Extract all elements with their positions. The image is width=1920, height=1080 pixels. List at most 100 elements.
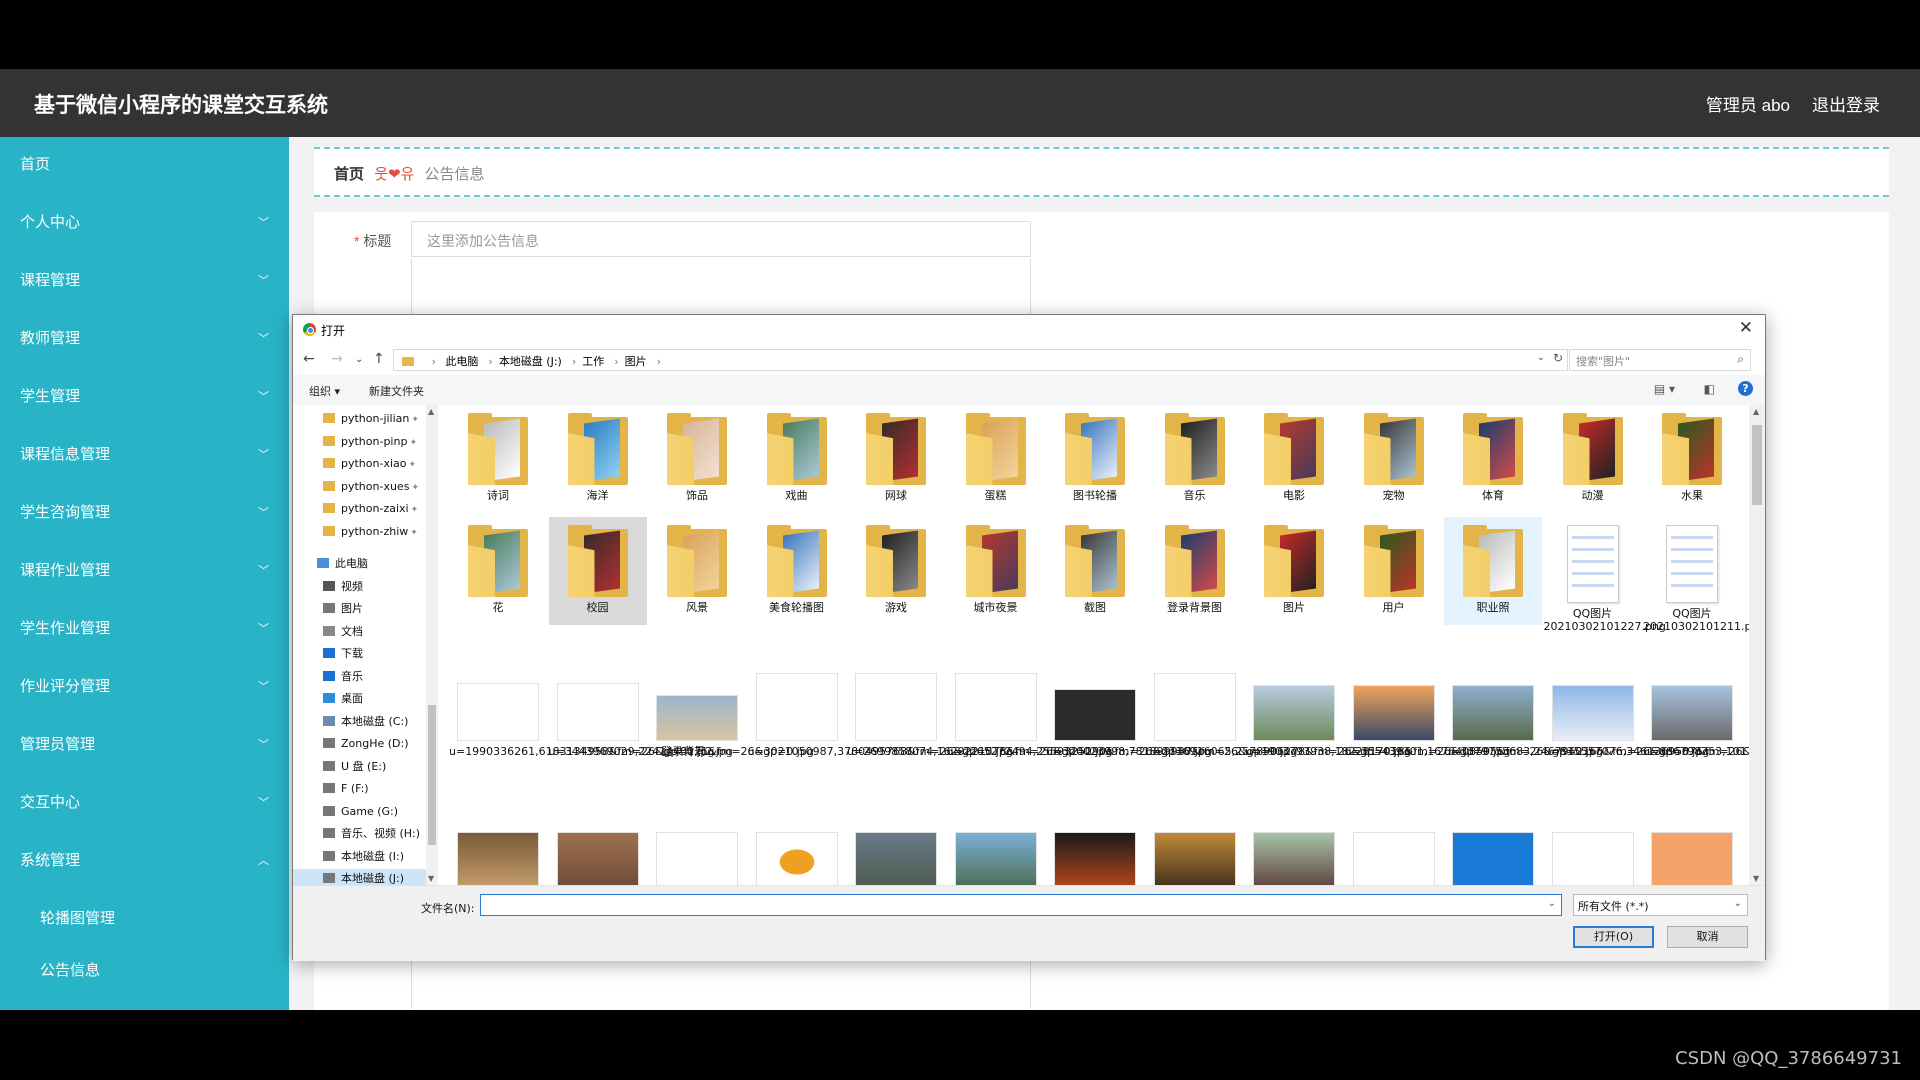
image-file-item[interactable] xyxy=(449,820,547,885)
folder-item[interactable]: 水果 xyxy=(1643,405,1741,513)
sidebar-item[interactable]: 学生咨询管理 ﹀ xyxy=(0,493,289,533)
grid-scrollbar[interactable]: ▲ ▼ xyxy=(1749,405,1765,885)
filename-input[interactable]: ⌄ xyxy=(480,894,1562,916)
sidebar-item[interactable]: 系统管理 ︿ xyxy=(0,841,289,881)
nav-pc-item[interactable]: 桌面 xyxy=(323,689,363,709)
image-file-item[interactable] xyxy=(549,820,647,885)
address-bar[interactable]: › 此电脑 › 本地磁盘 (J:) › 工作 › 图片 › ⌄ ↻ xyxy=(393,349,1568,371)
folder-item[interactable]: 风景 xyxy=(648,517,746,625)
image-file-item[interactable] xyxy=(847,820,945,885)
sidebar-item[interactable]: 学生作业管理 ﹀ xyxy=(0,609,289,649)
image-file-item[interactable]: u=2736916065,2578906278&fm=26&gp=0.jpg xyxy=(1146,665,1411,815)
nav-pinned-folder[interactable]: python-xiao ✦ xyxy=(323,454,416,474)
image-file-item[interactable] xyxy=(1643,820,1741,885)
help-icon[interactable]: ? xyxy=(1738,381,1753,396)
image-file-item[interactable] xyxy=(1046,820,1144,885)
folder-item[interactable]: 图片 xyxy=(1245,517,1343,625)
nav-pc-item[interactable]: 图片 xyxy=(323,599,363,619)
image-file-item[interactable] xyxy=(1146,820,1244,885)
png-file-item[interactable]: QQ图片20210302101211.png xyxy=(1643,517,1749,657)
folder-item[interactable]: 职业照 xyxy=(1444,517,1542,625)
nav-pc-item[interactable]: 本地磁盘 (C:) xyxy=(323,712,408,732)
sidebar-item[interactable]: 首页 xyxy=(0,145,289,185)
title-input[interactable]: 这里添加公告信息 xyxy=(411,221,1031,257)
nav-pc-item[interactable]: 音乐、视频 (H:) xyxy=(323,824,420,844)
sidebar-item[interactable]: 课程信息管理 ﹀ xyxy=(0,435,289,475)
sidebar-item[interactable]: 个人中心 ﹀ xyxy=(0,203,289,243)
chevron-down-icon[interactable]: ⌄ xyxy=(1734,898,1742,909)
folder-item[interactable]: 城市夜景 xyxy=(947,517,1045,625)
folder-item[interactable]: 校园 xyxy=(548,517,647,625)
image-file-item[interactable]: u=1903793938,1822817018&fm=26&gp=0.jpg xyxy=(1245,665,1510,815)
folder-item[interactable]: 游戏 xyxy=(847,517,945,625)
sidebar-item[interactable]: 作业评分管理 ﹀ xyxy=(0,667,289,707)
image-file-item[interactable] xyxy=(1245,820,1343,885)
nav-pc-item[interactable]: 视频 xyxy=(323,577,363,597)
folder-item[interactable]: 用户 xyxy=(1345,517,1443,625)
image-file-item[interactable]: u=1990336261,6183134958&fm=26&gp=0.jpg xyxy=(449,665,714,815)
folder-item[interactable]: 音乐 xyxy=(1146,405,1244,513)
path-crumb[interactable]: 图片 xyxy=(625,355,647,368)
logout-link[interactable]: 退出登录 xyxy=(1812,91,1880,116)
path-crumb[interactable]: 工作 xyxy=(582,355,604,368)
nav-pinned-folder[interactable]: python-xues ✦ xyxy=(323,477,419,497)
nav-this-pc[interactable]: 此电脑 xyxy=(317,554,368,574)
image-file-item[interactable]: u=320023998,781899987&fm=26&gp=0.jpg xyxy=(1046,665,1297,815)
nav-pc-item[interactable]: 文档 xyxy=(323,622,363,642)
image-file-item[interactable]: u=3379755683,2467962165&fm=26&gp=0.jpg xyxy=(1444,665,1709,815)
path-crumb[interactable]: 此电脑 xyxy=(445,355,478,368)
sidebar-subitem[interactable]: 公告信息 xyxy=(0,951,289,991)
new-folder-button[interactable]: 新建文件夹 xyxy=(369,383,424,399)
folder-item[interactable]: 体育 xyxy=(1444,405,1542,513)
folder-item[interactable]: 登录背景图 xyxy=(1146,517,1244,625)
search-input[interactable]: 搜索"图片" ⌕ xyxy=(1569,349,1751,371)
nav-pc-item[interactable]: U 盘 (E:) xyxy=(323,757,386,777)
png-file-item[interactable]: QQ图片20210302101227.png xyxy=(1544,517,1666,657)
nav-pinned-folder[interactable]: python-jilian ✦ xyxy=(323,409,419,429)
sidebar-item[interactable]: 教师管理 ﹀ xyxy=(0,319,289,359)
recent-dropdown-icon[interactable]: ⌄ xyxy=(355,354,363,365)
chevron-down-icon[interactable]: ⌄ xyxy=(1537,352,1545,363)
nav-pc-item[interactable]: Game (G:) xyxy=(323,802,398,822)
sidebar-item[interactable]: 学生管理 ﹀ xyxy=(0,377,289,417)
folder-item[interactable]: 美食轮播图 xyxy=(748,517,846,625)
image-file-item[interactable]: u=835557076,3461369587&fm=26&gp=0.jpg xyxy=(1544,665,1749,815)
image-file-item[interactable] xyxy=(648,820,746,885)
breadcrumb-home[interactable]: 首页 xyxy=(334,166,364,183)
nav-pinned-folder[interactable]: python-pinp ✦ xyxy=(323,432,417,452)
path-crumb[interactable]: 本地磁盘 (J:) xyxy=(499,355,562,368)
cancel-button[interactable]: 取消 xyxy=(1667,926,1748,948)
filetype-select[interactable]: 所有文件 (*.*) ⌄ xyxy=(1573,894,1748,916)
back-arrow-icon[interactable]: ← xyxy=(303,351,315,367)
image-file-item[interactable]: u=2265272494,2559325290&fm=26&gp=0.jpg xyxy=(947,665,1212,815)
image-file-item[interactable]: u=355439301,1676408595&fm=26&gp=0.jpg xyxy=(1345,665,1603,815)
folder-item[interactable]: 戏曲 xyxy=(748,405,846,513)
forward-arrow-icon[interactable]: → xyxy=(331,351,343,367)
sidebar-item[interactable]: 课程管理 ﹀ xyxy=(0,261,289,301)
sidebar-item[interactable]: 交互中心 ﹀ xyxy=(0,783,289,823)
nav-pc-item[interactable]: F (F:) xyxy=(323,779,369,799)
refresh-icon[interactable]: ↻ xyxy=(1553,351,1563,365)
folder-item[interactable]: 截图 xyxy=(1046,517,1144,625)
image-file-item[interactable] xyxy=(1544,820,1642,885)
nav-pc-item[interactable]: 下载 xyxy=(323,644,363,664)
chevron-down-icon[interactable]: ⌄ xyxy=(1548,898,1556,909)
view-options-icon[interactable]: ▤ ▾ xyxy=(1654,382,1675,396)
image-file-item[interactable]: u=2699858074,1629221578&fm=26&gp=0.jpg xyxy=(847,665,1112,815)
nav-pc-item[interactable]: 音乐 xyxy=(323,667,363,687)
image-file-item[interactable] xyxy=(748,820,846,885)
close-icon[interactable]: ✕ xyxy=(1739,318,1753,338)
image-file-item[interactable] xyxy=(947,820,1045,885)
preview-pane-icon[interactable]: ◧ xyxy=(1704,382,1715,396)
sidebar-item[interactable]: 管理员管理 ﹀ xyxy=(0,725,289,765)
image-file-item[interactable]: u=3021050987,3780495768&fm=26&gp=0.jpg xyxy=(748,665,1013,815)
folder-item[interactable]: 诗词 xyxy=(449,405,547,513)
folder-item[interactable]: 图书轮播 xyxy=(1046,405,1144,513)
folder-item[interactable]: 蛋糕 xyxy=(947,405,1045,513)
image-file-item[interactable]: 登录背景2.jpg xyxy=(648,665,746,815)
folder-item[interactable]: 饰品 xyxy=(648,405,746,513)
nav-pinned-folder[interactable]: python-zhiw ✦ xyxy=(323,522,418,542)
sidebar-item[interactable]: 课程作业管理 ﹀ xyxy=(0,551,289,591)
image-file-item[interactable] xyxy=(1444,820,1542,885)
nav-pc-item[interactable]: ZongHe (D:) xyxy=(323,734,409,754)
